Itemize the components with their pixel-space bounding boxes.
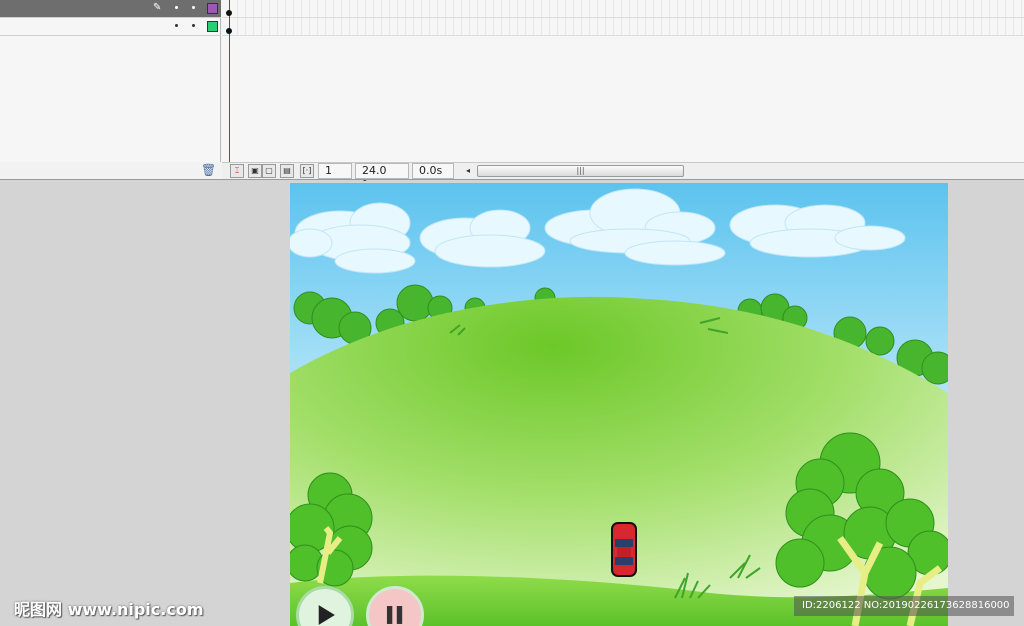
timeline-status-bar: ⌶ ▣ ▢ ▤ [·] 1 24.0 fps 0.0s ◂ ||| bbox=[222, 162, 1024, 191]
car bbox=[611, 522, 637, 577]
layer-outline-color[interactable] bbox=[207, 3, 218, 14]
lock-dot[interactable] bbox=[192, 6, 195, 9]
pause-icon bbox=[386, 606, 403, 624]
current-frame-field: 1 bbox=[318, 163, 352, 179]
layer-row[interactable] bbox=[0, 18, 221, 36]
playhead[interactable] bbox=[229, 0, 230, 178]
cloud bbox=[334, 248, 416, 274]
frame-row[interactable] bbox=[222, 0, 1024, 18]
play-button[interactable] bbox=[296, 586, 354, 626]
scene-artwork bbox=[290, 183, 948, 626]
trash-icon[interactable]: 🗑 bbox=[201, 163, 216, 177]
frame-rate-field[interactable]: 24.0 fps bbox=[355, 163, 409, 191]
lock-dot[interactable] bbox=[192, 24, 195, 27]
pencil-icon: ✎ bbox=[153, 2, 162, 13]
edit-multiple-frames-icon[interactable]: ▤ bbox=[280, 164, 294, 178]
center-frame-icon[interactable]: ⌶ bbox=[230, 164, 244, 178]
play-icon bbox=[318, 605, 335, 625]
frame-row[interactable] bbox=[222, 18, 1024, 36]
cloud bbox=[624, 240, 726, 266]
watermark-site: 昵图网 www.nipic.com bbox=[14, 600, 204, 619]
layer-list: ✎ 🗑 bbox=[0, 0, 221, 177]
timeline-panel: ✎ 🗑 ⌶ ▣ ▢ ▤ [·] 1 24.0 f bbox=[0, 0, 1024, 191]
frame-grid[interactable] bbox=[222, 0, 1024, 162]
scroll-left-icon[interactable]: ◂ bbox=[462, 165, 474, 177]
watermark-id: ID:2206122 NO:20190226173628816000 bbox=[794, 596, 1014, 616]
layer-outline-color[interactable] bbox=[207, 21, 218, 32]
scroll-thumb[interactable]: ||| bbox=[477, 165, 684, 177]
layer-row-selected[interactable]: ✎ bbox=[0, 0, 221, 18]
timeline-scrollbar[interactable]: ◂ ||| bbox=[462, 165, 684, 177]
visibility-dot[interactable] bbox=[175, 24, 178, 27]
stage-pasteboard bbox=[0, 181, 1024, 626]
pause-button[interactable] bbox=[366, 586, 424, 626]
onion-skin-icon[interactable]: ▣ bbox=[248, 164, 262, 178]
onion-outline-icon[interactable]: ▢ bbox=[262, 164, 276, 178]
visibility-dot[interactable] bbox=[175, 6, 178, 9]
keyframe-marker[interactable] bbox=[226, 28, 232, 34]
keyframe-marker[interactable] bbox=[226, 10, 232, 16]
elapsed-time-field: 0.0s bbox=[412, 163, 454, 179]
stage-canvas[interactable] bbox=[290, 183, 948, 626]
modify-onion-markers-icon[interactable]: [·] bbox=[300, 164, 314, 178]
flash-editor-window: ✎ 🗑 ⌶ ▣ ▢ ▤ [·] 1 24.0 f bbox=[0, 0, 1024, 626]
